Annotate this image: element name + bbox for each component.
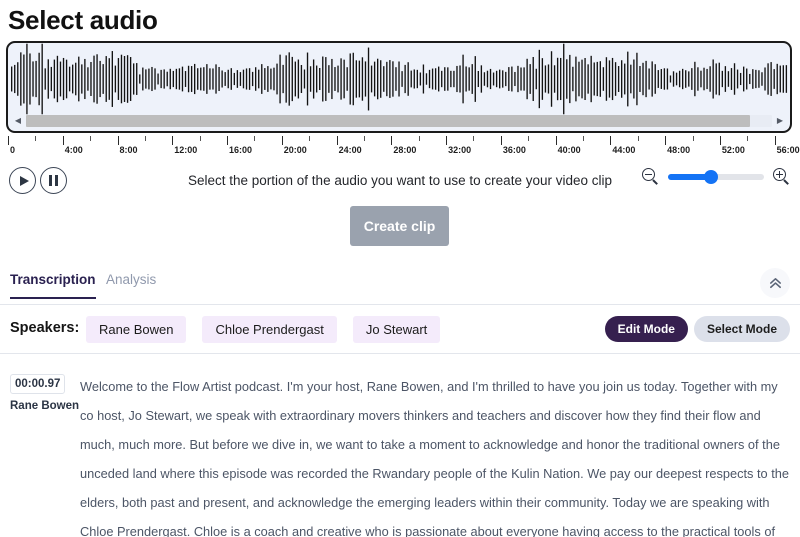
scrollbar-track[interactable] (26, 115, 772, 127)
ruler-label: 28:00 (393, 145, 417, 155)
zoom-control[interactable] (642, 168, 790, 185)
ruler-tick-major (227, 136, 229, 145)
speaker-chip[interactable]: Jo Stewart (352, 316, 441, 343)
create-clip-button[interactable]: Create clip (350, 206, 449, 246)
ruler-tick-minor (473, 136, 475, 141)
ruler-tick-minor (254, 136, 256, 141)
caret-left-icon[interactable]: ◀ (12, 114, 24, 128)
ruler-tick-minor (637, 136, 639, 141)
ruler-tick-major (774, 136, 776, 145)
ruler-label: 56:00 (776, 145, 800, 155)
ruler-tick-major (172, 136, 174, 145)
ruler-tick-minor (309, 136, 311, 141)
transport-controls: Select the portion of the audio you want… (0, 162, 800, 202)
ruler-tick-minor (199, 136, 201, 141)
ruler-label: 52:00 (721, 145, 745, 155)
chevron-double-up-icon[interactable] (760, 268, 790, 298)
select-mode-button[interactable]: Select Mode (693, 316, 790, 342)
zoom-slider-thumb[interactable] (704, 169, 719, 184)
scrollbar-thumb[interactable] (26, 115, 750, 127)
ruler-label: 0 (10, 145, 16, 155)
ruler-tick-major (391, 136, 393, 145)
mode-toggle-group: Edit Mode Select Mode (604, 316, 790, 342)
segment-meta: 00:00.97 Rane Bowen (10, 372, 80, 537)
ruler-tick-minor (747, 136, 749, 141)
ruler-tick-minor (418, 136, 420, 141)
caret-right-icon[interactable]: ▶ (774, 114, 786, 128)
ruler-tick-major (336, 136, 338, 145)
speaker-chip-list: Rane Bowen Chloe Prendergast Jo Stewart (86, 316, 441, 343)
waveform-scrollbar[interactable]: ◀ ▶ (12, 114, 786, 128)
zoom-out-icon[interactable] (642, 168, 659, 185)
ruler-label: 12:00 (174, 145, 198, 155)
tab-analysis[interactable]: Analysis (106, 272, 156, 297)
ruler-label: 8:00 (119, 145, 138, 155)
transcript-panel[interactable]: 00:00.97 Rane Bowen Welcome to the Flow Ar… (0, 362, 800, 537)
ruler-tick-major (665, 136, 667, 145)
speakers-label: Speakers: (10, 320, 80, 336)
ruler-tick-major (281, 136, 283, 145)
ruler-tick-minor (90, 136, 92, 141)
segment-timestamp[interactable]: 00:00.97 (10, 374, 66, 394)
ruler-label: 44:00 (612, 145, 636, 155)
waveform-panel[interactable]: ◀ ▶ (6, 41, 792, 133)
ruler-tick-minor (692, 136, 694, 141)
timeline-ruler: 0 4:00 8:00 12:00 16:00 20:00 24:00 28:00 32:00 3… (8, 136, 800, 158)
ruler-label: 36:00 (502, 145, 526, 155)
ruler-label: 32:00 (448, 145, 472, 155)
waveform-graphic[interactable] (8, 43, 790, 115)
ruler-label: 48:00 (667, 145, 691, 155)
ruler-label: 24:00 (338, 145, 362, 155)
ruler-tick-minor (363, 136, 365, 141)
transcript-segment[interactable]: 00:00.97 Rane Bowen Welcome to the Flow Ar… (0, 362, 800, 537)
ruler-label: 40:00 (557, 145, 581, 155)
zoom-slider[interactable] (668, 169, 764, 184)
ruler-tick-major (500, 136, 502, 145)
panel-tabs: Transcription Analysis (0, 268, 800, 305)
speaker-chip[interactable]: Chloe Prendergast (202, 316, 337, 343)
tab-transcription[interactable]: Transcription (10, 272, 96, 299)
ruler-tick-major (610, 136, 612, 145)
edit-mode-button[interactable]: Edit Mode (604, 316, 688, 342)
ruler-label: 16:00 (229, 145, 253, 155)
segment-speaker: Rane Bowen (10, 400, 80, 412)
ruler-tick-major (446, 136, 448, 145)
page-title: Select audio (8, 5, 158, 35)
ruler-tick-major (8, 136, 9, 145)
ruler-tick-major (719, 136, 721, 145)
zoom-in-icon[interactable] (773, 168, 790, 185)
ruler-label: 4:00 (64, 145, 83, 155)
ruler-tick-major (117, 136, 119, 145)
speaker-chip[interactable]: Rane Bowen (86, 316, 187, 343)
ruler-label: 20:00 (283, 145, 307, 155)
ruler-tick-major (555, 136, 557, 145)
ruler-tick-minor (528, 136, 530, 141)
ruler-tick-major (62, 136, 64, 145)
chevron-double-up-glyph (769, 277, 781, 288)
ruler-tick-minor (35, 136, 37, 141)
segment-text[interactable]: Welcome to the Flow Artist podcast. I'm … (72, 372, 790, 537)
select-audio-page: Select audio ◀ ▶ 0 4:00 8:00 12:00 16:00 20:0… (0, 0, 800, 537)
ruler-tick-minor (583, 136, 584, 141)
ruler-tick-minor (144, 136, 146, 141)
speakers-row: Speakers: Rane Bowen Chloe Prendergast Jo … (0, 306, 800, 354)
